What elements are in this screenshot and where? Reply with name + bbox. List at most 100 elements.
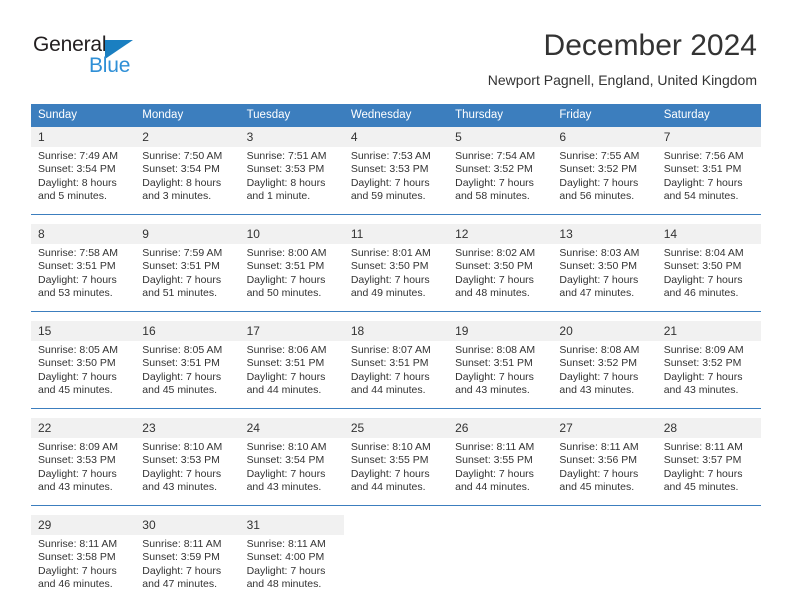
weekday-header-sunday: Sunday (31, 104, 136, 127)
day-number[interactable]: 12 (448, 224, 553, 244)
daylight-text-line2: and 45 minutes. (559, 481, 635, 494)
sunset-text: Sunset: 3:56 PM (559, 454, 638, 467)
day-cell[interactable]: Sunrise: 8:11 AM Sunset: 3:57 PM Dayligh… (656, 438, 761, 506)
sunrise-text: Sunrise: 8:10 AM (246, 441, 327, 453)
daylight-text-line2: and 59 minutes. (350, 190, 426, 203)
day-cell[interactable]: Sunrise: 8:09 AM Sunset: 3:52 PM Dayligh… (656, 341, 761, 409)
day-cell[interactable]: Sunrise: 7:56 AM Sunset: 3:51 PM Dayligh… (656, 147, 761, 215)
day-number[interactable]: 28 (656, 418, 761, 438)
daylight-text-line2: and 50 minutes. (246, 287, 322, 300)
daylight-text-line1: Daylight: 8 hours (246, 176, 326, 189)
daylight-text-line1: Daylight: 7 hours (142, 273, 222, 286)
daylight-text-line2: and 1 minute. (246, 190, 311, 203)
day-number[interactable]: 22 (31, 418, 136, 438)
day-cell[interactable]: Sunrise: 8:07 AM Sunset: 3:51 PM Dayligh… (343, 341, 449, 409)
daylight-text-line2: and 48 minutes. (246, 578, 322, 591)
day-cell[interactable]: Sunrise: 8:08 AM Sunset: 3:52 PM Dayligh… (552, 341, 657, 409)
daylight-text-line2: and 43 minutes. (142, 481, 217, 494)
day-number[interactable]: 13 (552, 224, 657, 244)
day-number[interactable]: 25 (343, 418, 449, 438)
day-cell[interactable]: Sunrise: 8:08 AM Sunset: 3:51 PM Dayligh… (448, 341, 553, 409)
day-cell[interactable]: Sunrise: 8:05 AM Sunset: 3:51 PM Dayligh… (135, 341, 240, 409)
day-number[interactable]: 27 (552, 418, 657, 438)
day-number-empty (552, 515, 657, 535)
sunset-text: Sunset: 3:53 PM (350, 163, 429, 176)
day-cell[interactable]: Sunrise: 7:58 AM Sunset: 3:51 PM Dayligh… (31, 244, 136, 312)
daylight-text-line2: and 46 minutes. (38, 578, 113, 591)
day-number[interactable]: 10 (239, 224, 344, 244)
sunset-text: Sunset: 3:55 PM (350, 454, 429, 467)
daylight-text-line2: and 48 minutes. (455, 287, 530, 300)
day-number[interactable]: 7 (656, 127, 761, 147)
day-number[interactable]: 14 (656, 224, 761, 244)
day-cell[interactable]: Sunrise: 7:54 AM Sunset: 3:52 PM Dayligh… (448, 147, 553, 215)
day-cell[interactable]: Sunrise: 8:09 AM Sunset: 3:53 PM Dayligh… (31, 438, 136, 506)
day-cell[interactable]: Sunrise: 7:49 AM Sunset: 3:54 PM Dayligh… (31, 147, 136, 215)
day-number[interactable]: 23 (135, 418, 240, 438)
daylight-text-line1: Daylight: 7 hours (350, 370, 430, 383)
day-cell[interactable]: Sunrise: 8:11 AM Sunset: 3:59 PM Dayligh… (135, 535, 240, 602)
sunset-text: Sunset: 3:53 PM (246, 163, 325, 176)
sunset-text: Sunset: 3:55 PM (455, 454, 533, 467)
day-cell[interactable]: Sunrise: 8:06 AM Sunset: 3:51 PM Dayligh… (239, 341, 344, 409)
daylight-text-line2: and 53 minutes. (38, 287, 113, 300)
day-number[interactable]: 1 (31, 127, 136, 147)
day-number[interactable]: 21 (656, 321, 761, 341)
sunset-text: Sunset: 3:51 PM (38, 260, 116, 273)
day-cell[interactable]: Sunrise: 7:51 AM Sunset: 3:53 PM Dayligh… (239, 147, 344, 215)
day-number[interactable]: 11 (343, 224, 449, 244)
daylight-text-line2: and 3 minutes. (142, 190, 212, 203)
day-number[interactable]: 16 (135, 321, 240, 341)
sunrise-text: Sunrise: 7:53 AM (350, 150, 431, 162)
day-cell[interactable]: Sunrise: 8:00 AM Sunset: 3:51 PM Dayligh… (239, 244, 344, 312)
daylight-text-line1: Daylight: 7 hours (559, 273, 639, 286)
day-number[interactable]: 9 (135, 224, 240, 244)
week-5-daynumber-row: 29 30 31 (31, 515, 761, 535)
sunset-text: Sunset: 4:00 PM (246, 551, 325, 564)
day-number[interactable]: 3 (239, 127, 344, 147)
day-number[interactable]: 26 (448, 418, 553, 438)
daylight-text-line2: and 58 minutes. (455, 190, 530, 203)
daylight-text-line2: and 49 minutes. (350, 287, 426, 300)
day-cell[interactable]: Sunrise: 8:03 AM Sunset: 3:50 PM Dayligh… (552, 244, 657, 312)
day-number[interactable]: 8 (31, 224, 136, 244)
day-cell[interactable]: Sunrise: 8:11 AM Sunset: 3:58 PM Dayligh… (31, 535, 136, 602)
day-number[interactable]: 6 (552, 127, 657, 147)
day-cell[interactable]: Sunrise: 7:55 AM Sunset: 3:52 PM Dayligh… (552, 147, 657, 215)
day-number[interactable]: 31 (239, 515, 344, 535)
day-cell[interactable]: Sunrise: 8:02 AM Sunset: 3:50 PM Dayligh… (448, 244, 553, 312)
day-cell[interactable]: Sunrise: 8:10 AM Sunset: 3:55 PM Dayligh… (343, 438, 449, 506)
sunrise-text: Sunrise: 8:05 AM (38, 344, 118, 356)
day-number[interactable]: 20 (552, 321, 657, 341)
sunrise-text: Sunrise: 7:51 AM (246, 150, 327, 162)
day-cell[interactable]: Sunrise: 7:59 AM Sunset: 3:51 PM Dayligh… (135, 244, 240, 312)
day-number[interactable]: 19 (448, 321, 553, 341)
weekday-header-tuesday: Tuesday (239, 104, 344, 127)
sunrise-text: Sunrise: 8:01 AM (350, 247, 431, 259)
day-number[interactable]: 2 (135, 127, 240, 147)
day-number[interactable]: 24 (239, 418, 344, 438)
day-cell[interactable]: Sunrise: 8:04 AM Sunset: 3:50 PM Dayligh… (656, 244, 761, 312)
day-cell[interactable]: Sunrise: 8:05 AM Sunset: 3:50 PM Dayligh… (31, 341, 136, 409)
day-cell[interactable]: Sunrise: 8:11 AM Sunset: 3:55 PM Dayligh… (448, 438, 553, 506)
day-cell[interactable]: Sunrise: 8:10 AM Sunset: 3:53 PM Dayligh… (135, 438, 240, 506)
general-blue-logo[interactable]: General Blue (33, 33, 193, 85)
day-cell[interactable]: Sunrise: 8:01 AM Sunset: 3:50 PM Dayligh… (343, 244, 449, 312)
day-number[interactable]: 30 (135, 515, 240, 535)
daylight-text-line1: Daylight: 7 hours (38, 467, 117, 480)
day-cell[interactable]: Sunrise: 7:50 AM Sunset: 3:54 PM Dayligh… (135, 147, 240, 215)
day-number[interactable]: 4 (343, 127, 449, 147)
daylight-text-line2: and 47 minutes. (142, 578, 217, 591)
day-number[interactable]: 18 (343, 321, 449, 341)
day-cell[interactable]: Sunrise: 8:11 AM Sunset: 3:56 PM Dayligh… (552, 438, 657, 506)
day-cell[interactable]: Sunrise: 7:53 AM Sunset: 3:53 PM Dayligh… (343, 147, 449, 215)
day-number[interactable]: 17 (239, 321, 344, 341)
week-spacer (31, 408, 761, 418)
week-1-detail-row: Sunrise: 7:49 AM Sunset: 3:54 PM Dayligh… (31, 147, 761, 215)
day-number[interactable]: 5 (448, 127, 553, 147)
day-number[interactable]: 29 (31, 515, 136, 535)
day-number[interactable]: 15 (31, 321, 136, 341)
day-cell[interactable]: Sunrise: 8:10 AM Sunset: 3:54 PM Dayligh… (239, 438, 344, 506)
day-cell[interactable]: Sunrise: 8:11 AM Sunset: 4:00 PM Dayligh… (239, 535, 344, 602)
daylight-text-line2: and 43 minutes. (559, 384, 635, 397)
